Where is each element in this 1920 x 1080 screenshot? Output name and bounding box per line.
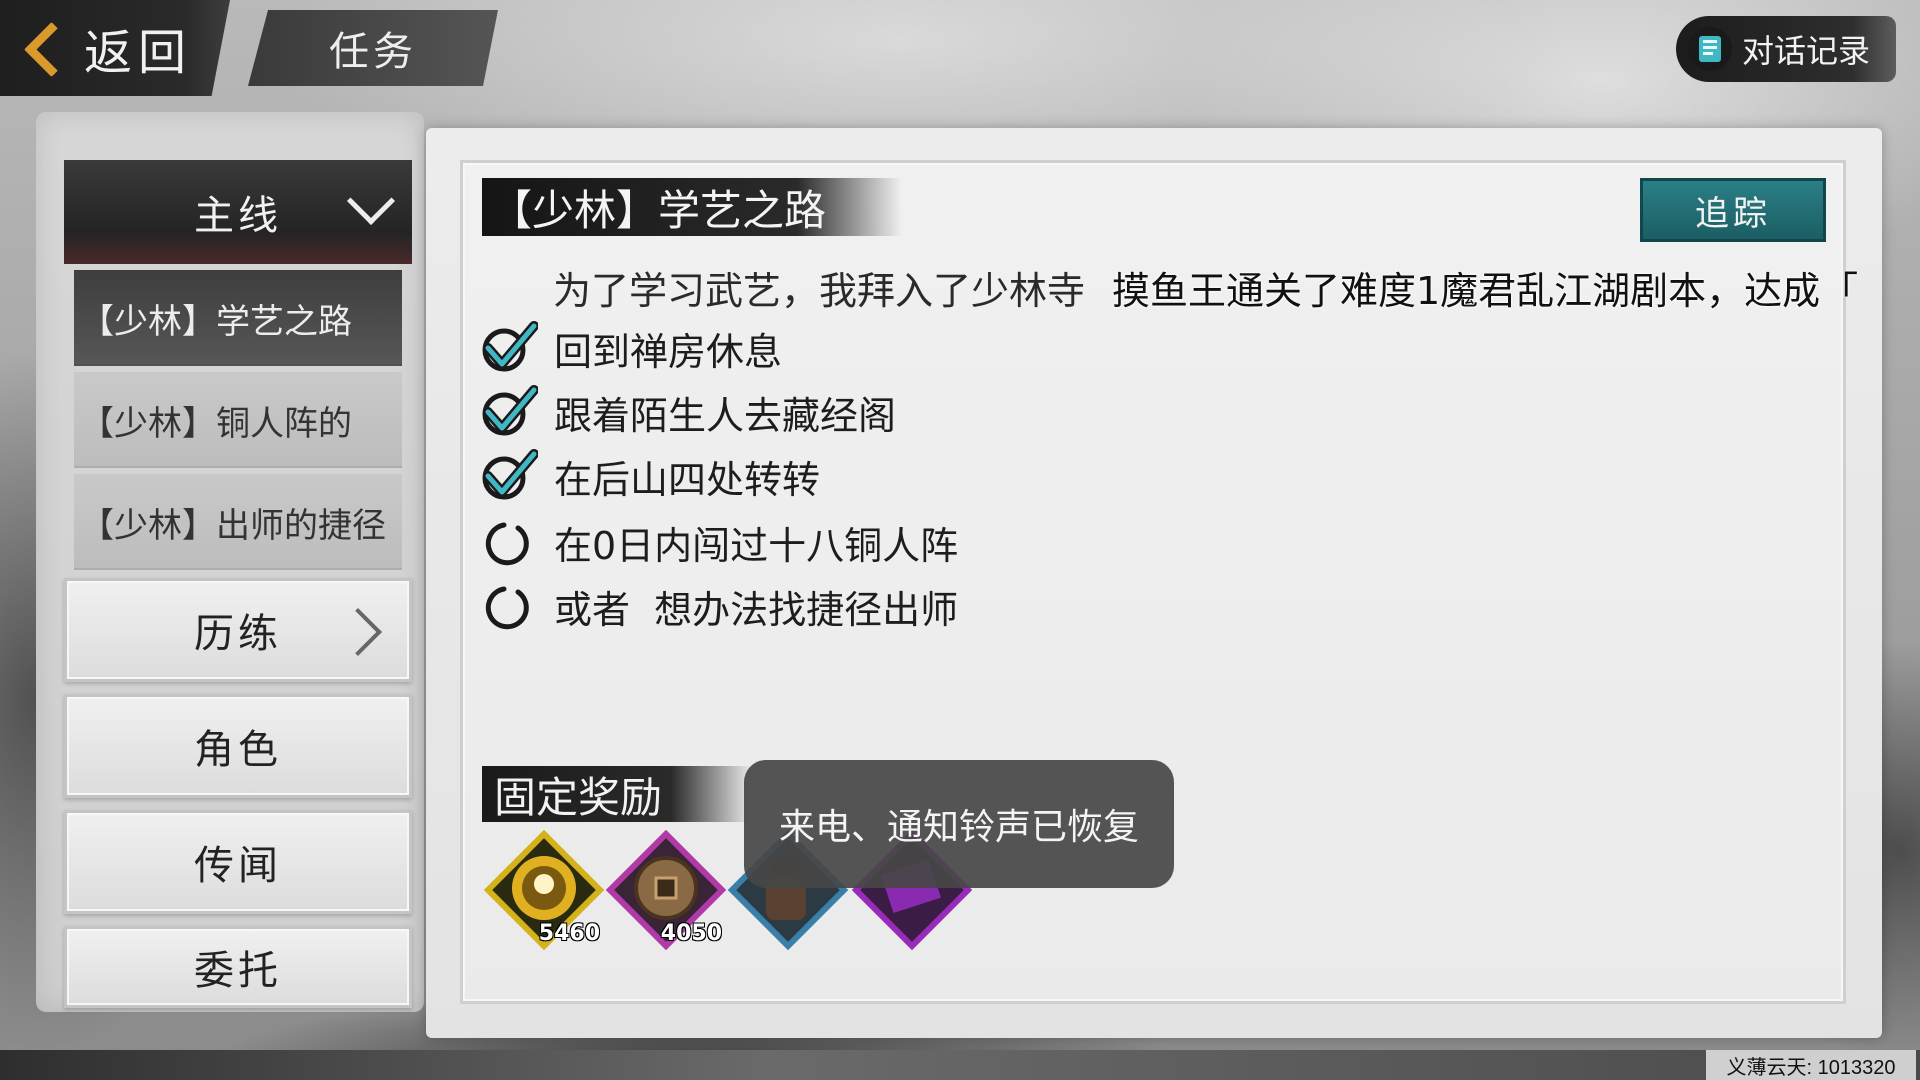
- objective-text: 在后山四处转转: [554, 457, 821, 502]
- category-commission[interactable]: 委托: [64, 926, 412, 1008]
- objective-item: 在后山四处转转: [480, 448, 1180, 504]
- player-watermark: 义薄云天: 1013320: [1706, 1050, 1916, 1080]
- book-icon: [1688, 27, 1732, 71]
- objective-text: 回到禅房休息: [554, 329, 783, 374]
- chevron-down-icon: [346, 176, 396, 226]
- chevron-right-icon: [333, 607, 383, 657]
- reward-count: 5460: [538, 921, 600, 946]
- checkmark-icon: [480, 448, 538, 504]
- back-arrow-icon: [22, 18, 66, 78]
- objective-item: 回到禅房休息: [480, 320, 1180, 376]
- quest-item-shaolin-shortcut[interactable]: 【少林】出师的捷径: [74, 474, 402, 570]
- broadcast-overlay-text: 摸鱼王通关了难度1魔君乱江湖剧本，达成「: [1112, 269, 1859, 310]
- quest-item-shaolin-bronze[interactable]: 【少林】铜人阵的: [74, 372, 402, 468]
- quest-title: 【少林】学艺之路: [482, 178, 902, 236]
- objective-item: 在0日内闯过十八铜人阵: [480, 514, 1180, 570]
- checkmark-icon: [480, 320, 538, 376]
- quest-item-label: 【少林】学艺之路: [80, 301, 352, 342]
- dialog-log-button[interactable]: 对话记录: [1676, 16, 1896, 82]
- quest-item-label: 【少林】铜人阵的: [80, 403, 352, 444]
- objective-text: 跟着陌生人去藏经阁: [554, 393, 897, 438]
- quest-item-shaolin-learning[interactable]: 【少林】学艺之路: [74, 270, 402, 366]
- back-label: 返回: [84, 25, 193, 81]
- category-label: 角色: [194, 727, 282, 773]
- category-label: 委托: [194, 948, 282, 994]
- incomplete-circle-icon: [480, 578, 538, 634]
- quest-item-label: 【少林】出师的捷径: [80, 505, 386, 546]
- checkmark-icon: [480, 384, 538, 440]
- category-main-label: 主线: [194, 193, 282, 239]
- notification-toast: 来电、通知铃声已恢复: [744, 760, 1174, 888]
- incomplete-circle-icon: [480, 514, 538, 570]
- reward-heading: 固定奖励: [482, 766, 752, 822]
- category-label: 传闻: [194, 843, 282, 889]
- page-title: 任务: [248, 10, 498, 86]
- reward-count: 4050: [660, 921, 722, 946]
- category-rumor[interactable]: 传闻: [64, 810, 412, 914]
- category-character[interactable]: 角色: [64, 694, 412, 798]
- category-main-quest[interactable]: 主线: [64, 160, 412, 264]
- objective-item: 跟着陌生人去藏经阁: [480, 384, 1180, 440]
- bottom-ink-strip: [0, 1050, 1920, 1080]
- category-label: 历练: [194, 611, 282, 657]
- reward-copper-coin[interactable]: 4050: [605, 829, 727, 951]
- track-button[interactable]: 追踪: [1640, 178, 1826, 242]
- category-training[interactable]: 历练: [64, 578, 412, 682]
- objective-item: 或者 想办法找捷径出师: [480, 578, 1180, 634]
- dialog-log-label: 对话记录: [1742, 32, 1871, 70]
- reward-experience-orb[interactable]: 5460: [483, 829, 605, 951]
- objective-text: 或者 想办法找捷径出师: [554, 587, 959, 632]
- objective-text: 在0日内闯过十八铜人阵: [554, 523, 959, 568]
- back-button[interactable]: 返回: [0, 0, 230, 96]
